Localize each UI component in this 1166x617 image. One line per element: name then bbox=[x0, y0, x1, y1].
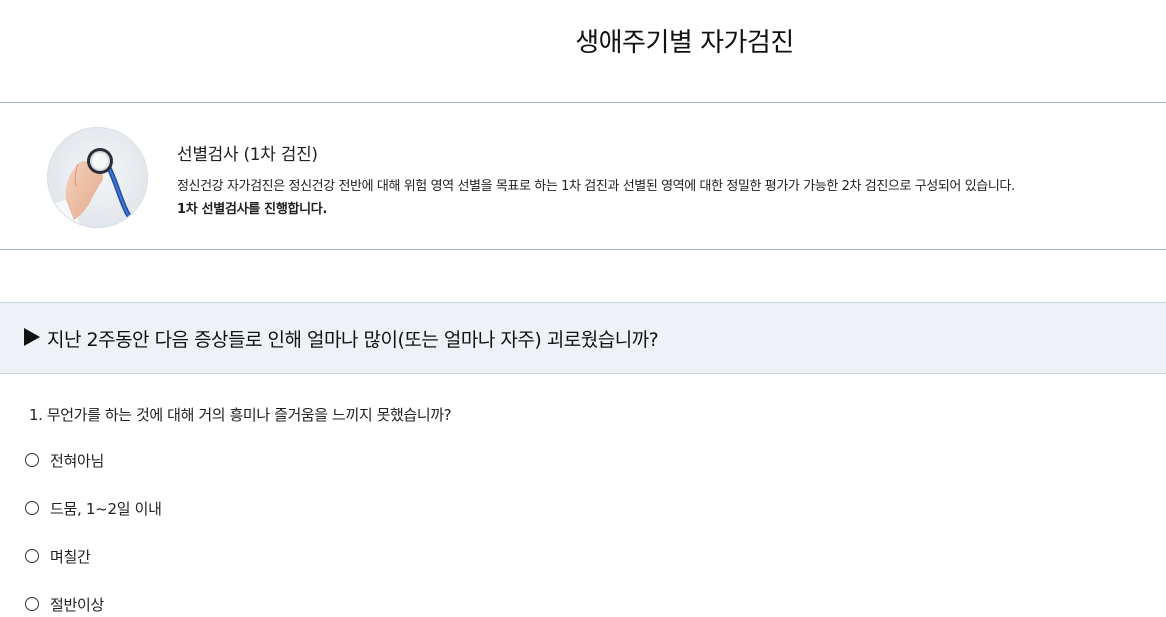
intro-box: 선별검사 (1차 검진) 정신건강 자가검진은 정신건강 전반에 대해 위험 영… bbox=[0, 102, 1166, 250]
question-banner: 지난 2주동안 다음 증상들로 인해 얼마나 많이(또는 얼마나 자주) 괴로웠… bbox=[0, 302, 1166, 374]
intro-heading: 선별검사 (1차 검진) bbox=[177, 145, 318, 165]
radio-button[interactable] bbox=[25, 549, 39, 563]
page-title: 생애주기별 자가검진 bbox=[575, 28, 794, 58]
radio-button[interactable] bbox=[25, 501, 39, 515]
right-triangle-icon bbox=[24, 328, 40, 346]
option-label: 며칠간 bbox=[50, 547, 91, 566]
stethoscope-hand-image bbox=[47, 127, 148, 228]
radio-button[interactable] bbox=[25, 453, 39, 467]
option-label: 드뭄, 1~2일 이내 bbox=[50, 499, 162, 518]
intro-instruction: 1차 선별검사를 진행합니다. bbox=[177, 202, 328, 217]
option-never[interactable]: 전혀아님 bbox=[25, 448, 104, 472]
option-rarely[interactable]: 드뭄, 1~2일 이내 bbox=[25, 496, 162, 520]
radio-button[interactable] bbox=[25, 597, 39, 611]
option-label: 전혀아님 bbox=[50, 451, 105, 470]
option-several-days[interactable]: 며칠간 bbox=[25, 544, 91, 568]
banner-text: 지난 2주동안 다음 증상들로 인해 얼마나 많이(또는 얼마나 자주) 괴로웠… bbox=[47, 329, 659, 351]
stethoscope-illustration bbox=[48, 128, 147, 227]
question-text: 1. 무언가를 하는 것에 대해 거의 흥미나 즐거움을 느끼지 못했습니까? bbox=[29, 406, 452, 424]
option-more-than-half[interactable]: 절반이상 bbox=[25, 592, 104, 616]
option-label: 절반이상 bbox=[50, 595, 105, 614]
intro-description: 정신건강 자가검진은 정신건강 전반에 대해 위험 영역 선별을 목표로 하는 … bbox=[177, 179, 1015, 194]
